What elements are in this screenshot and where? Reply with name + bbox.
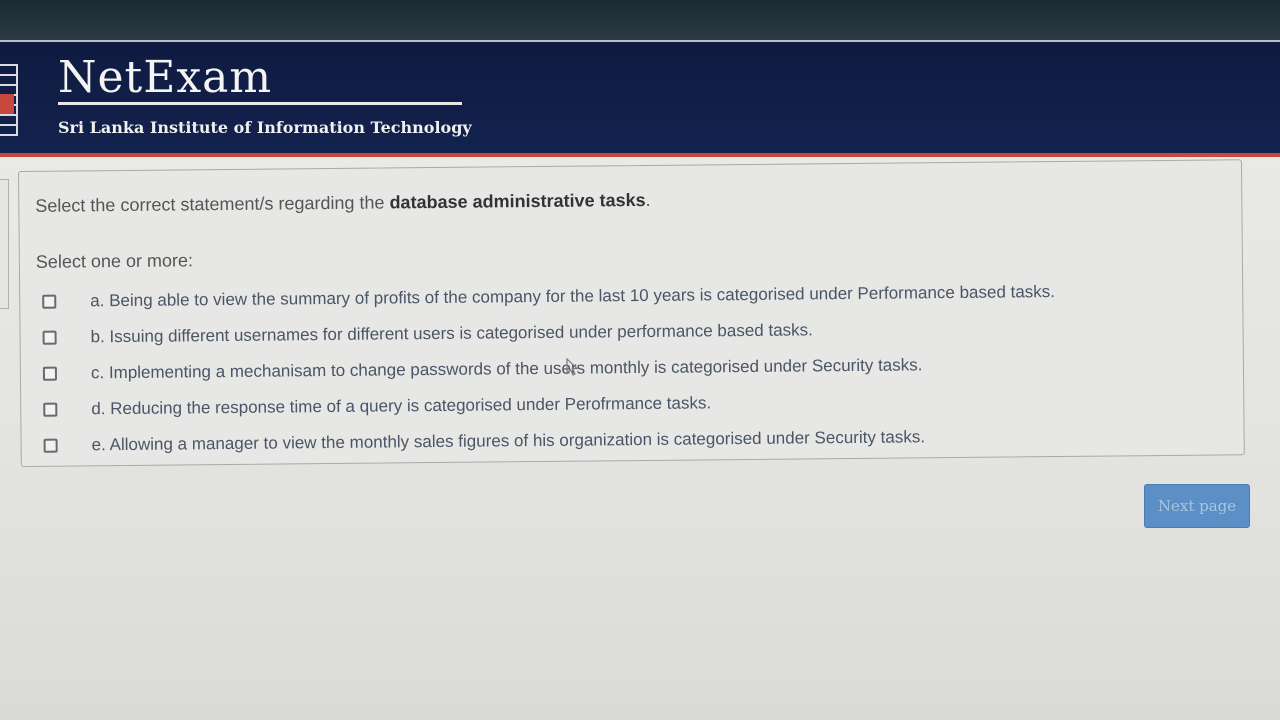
option-d-label[interactable]: d. Reducing the response time of a query… (91, 393, 711, 419)
option-c-checkbox[interactable] (42, 366, 58, 381)
mouse-cursor-icon (566, 358, 578, 376)
brand-divider (58, 102, 462, 105)
next-page-button[interactable]: Next page (1144, 484, 1250, 528)
option-d-checkbox[interactable] (43, 402, 58, 417)
question-prefix: Select the correct statement/s regarding… (35, 192, 390, 216)
option-b-checkbox[interactable] (42, 330, 57, 345)
option-c-label[interactable]: c. Implementing a mechanisam to change p… (91, 355, 923, 383)
option-e-checkbox[interactable] (43, 438, 58, 453)
logo-accent (0, 94, 14, 114)
site-header: NetExam Sri Lanka Institute of Informati… (0, 40, 1280, 157)
question-text: Select the correct statement/s regarding… (35, 190, 651, 217)
institution-name: Sri Lanka Institute of Information Techn… (58, 118, 472, 137)
question-panel: Select the correct statement/s regarding… (18, 159, 1245, 467)
option-a-checkbox[interactable] (42, 294, 57, 309)
option-b-label[interactable]: b. Issuing different usernames for diffe… (91, 320, 813, 347)
question-emphasis: database administrative tasks (389, 189, 646, 213)
screen-bezel (0, 0, 1280, 40)
option-e-label[interactable]: e. Allowing a manager to view the monthl… (92, 427, 926, 455)
answer-instruction: Select one or more: (35, 250, 194, 272)
question-suffix: . (645, 189, 651, 210)
answer-options: a. Being able to view the summary of pro… (42, 274, 1056, 464)
brand-title: NetExam (58, 52, 273, 103)
option-a-label[interactable]: a. Being able to view the summary of pro… (90, 282, 1055, 311)
main-content: Select the correct statement/s regarding… (0, 157, 1280, 720)
quiz-navigation-tab[interactable] (0, 179, 9, 309)
sliit-logo-icon (0, 64, 18, 136)
